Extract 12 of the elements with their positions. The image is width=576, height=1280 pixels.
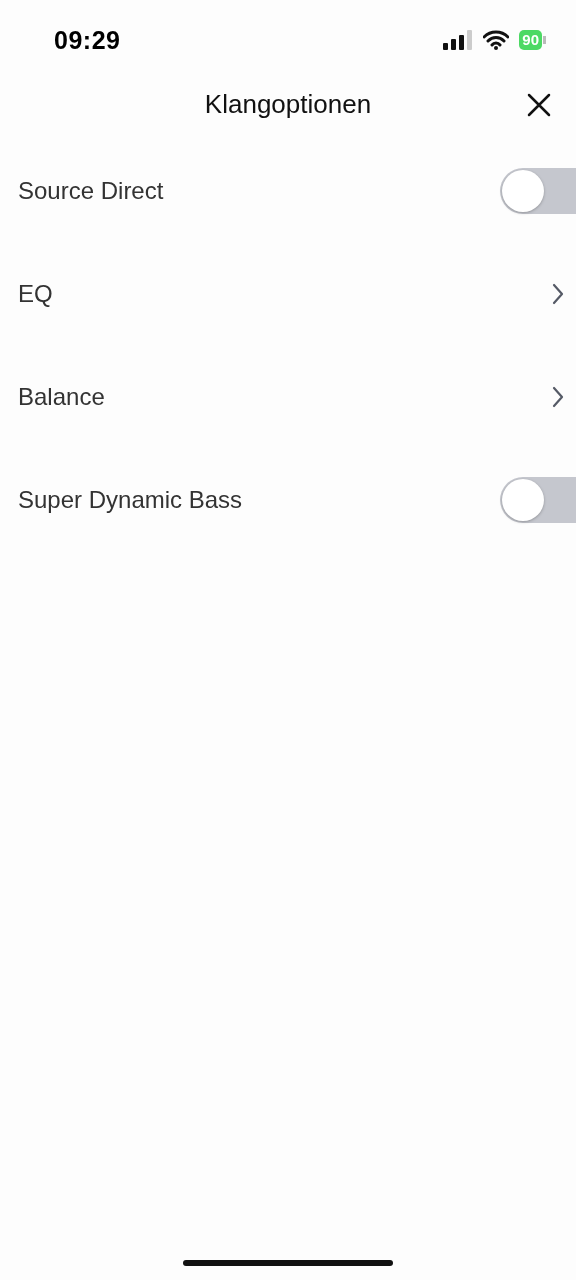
wifi-icon	[483, 30, 510, 50]
toggle-switch[interactable]	[500, 167, 576, 214]
option-label: Super Dynamic Bass	[18, 485, 243, 514]
chevron-right-icon[interactable]	[552, 385, 564, 408]
screen-title: Klangoptionen	[204, 88, 372, 120]
status-time: 09:29	[54, 25, 121, 55]
chevron-right-icon[interactable]	[552, 282, 564, 305]
option-label: EQ	[18, 279, 53, 308]
option-label: Source Direct	[18, 176, 164, 205]
toggle-switch[interactable]	[500, 476, 576, 523]
signal-icon	[443, 30, 474, 50]
option-label: Balance	[18, 382, 105, 411]
